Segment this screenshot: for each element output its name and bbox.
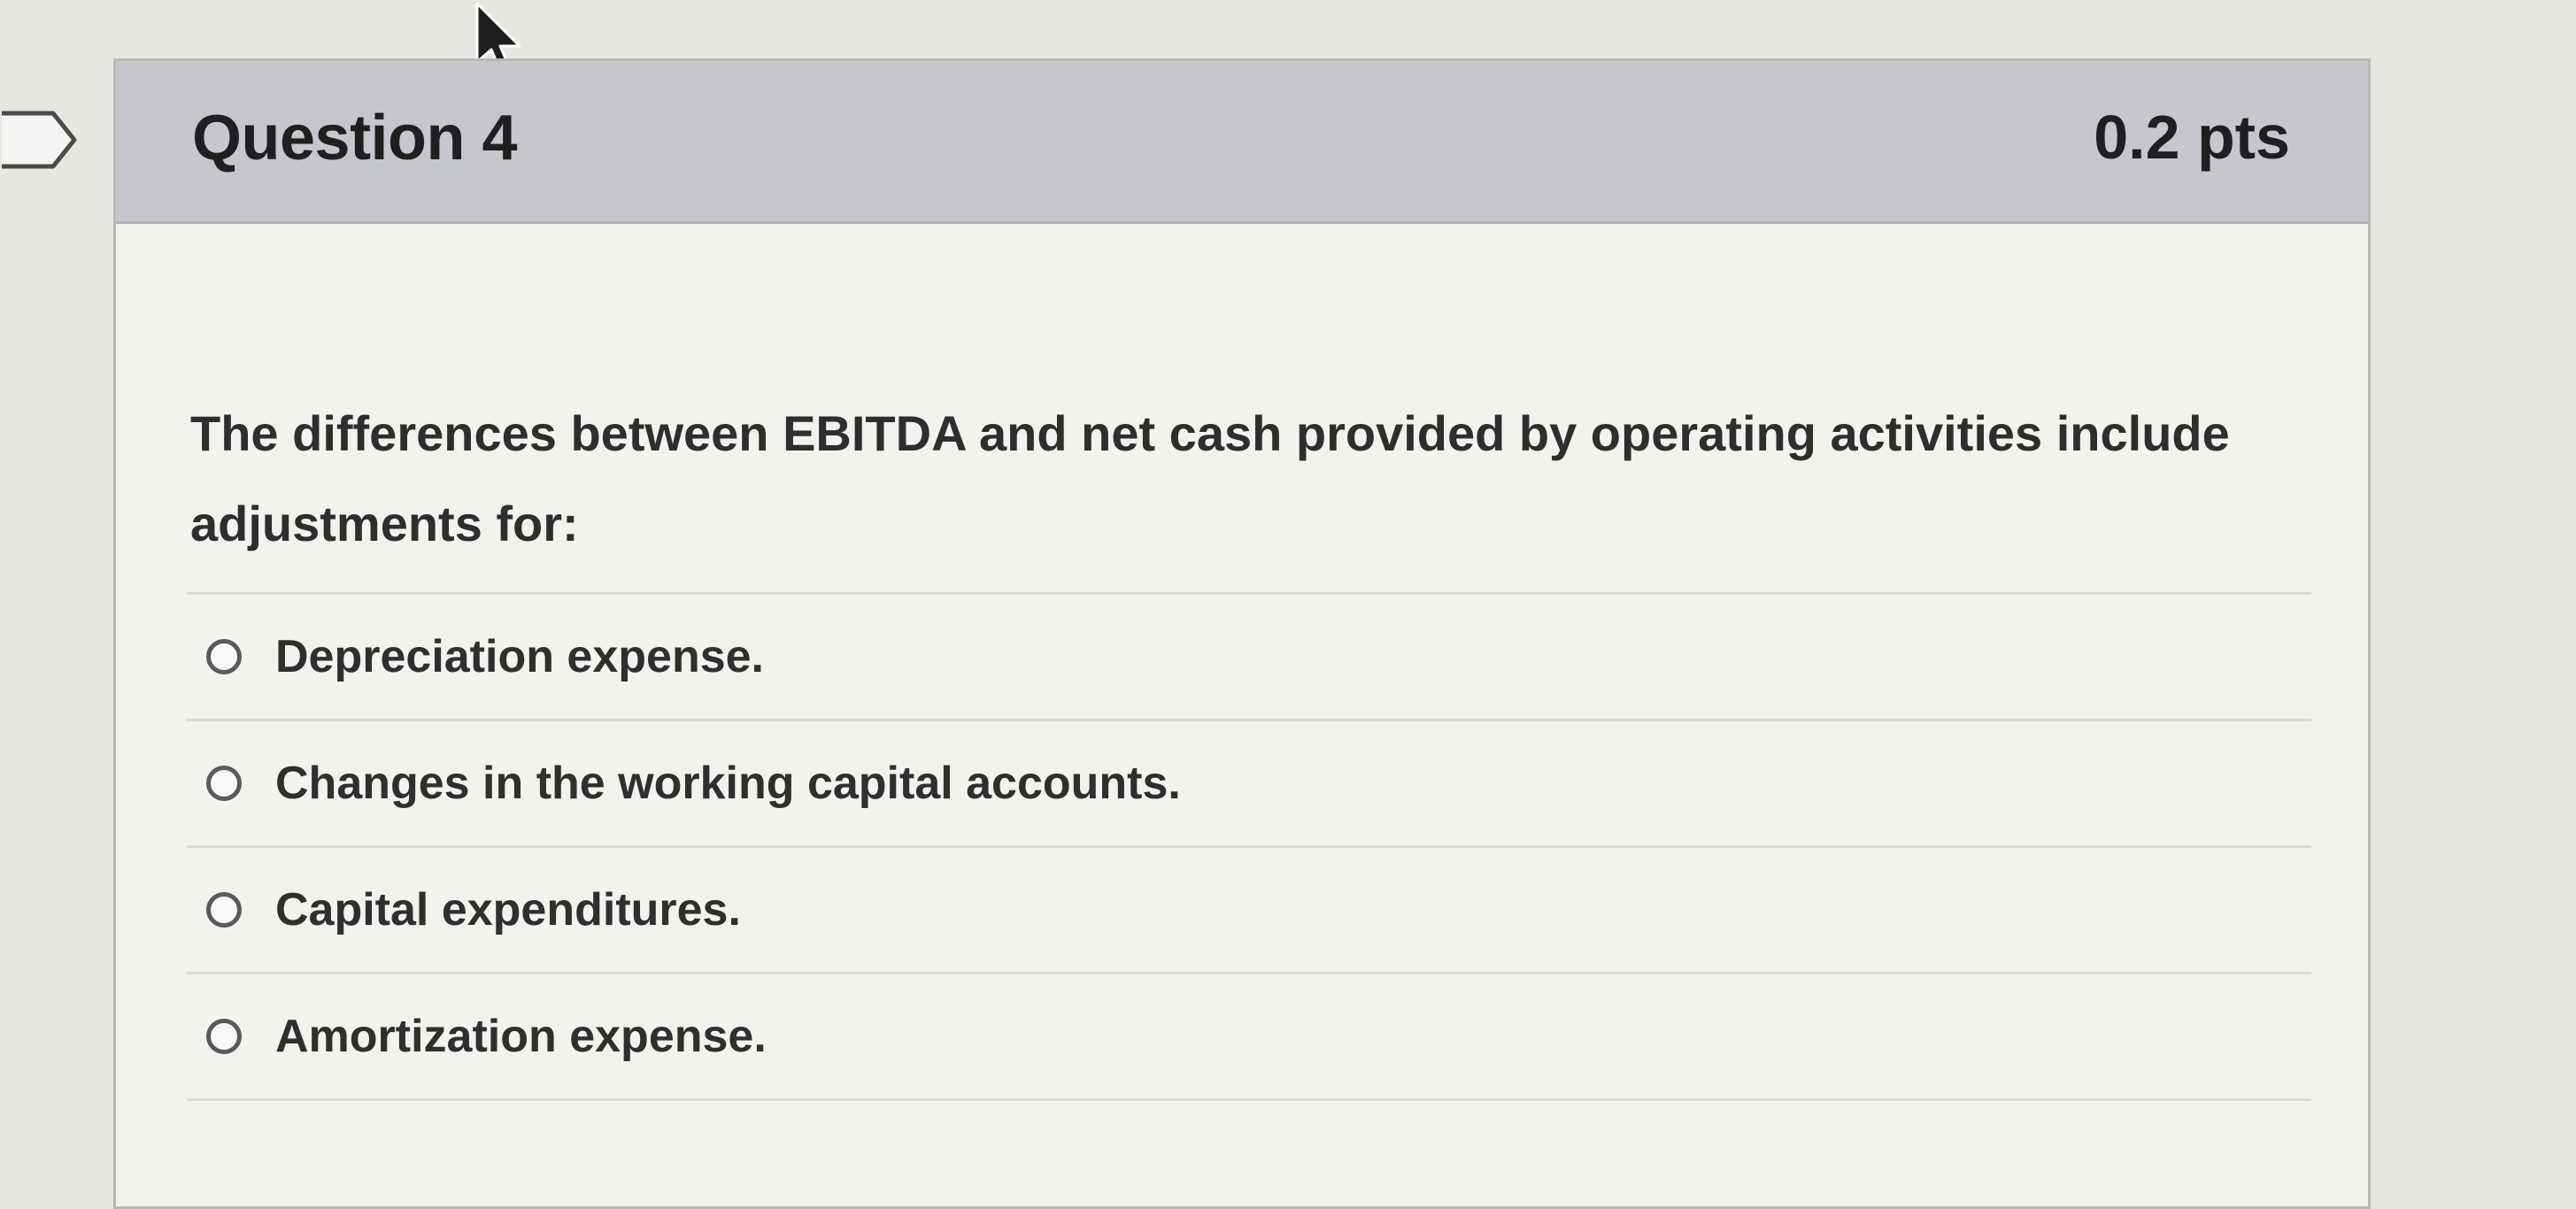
radio-button-icon[interactable]: [206, 766, 242, 801]
answer-option[interactable]: Changes in the working capital accounts.: [187, 721, 2311, 848]
answer-list: Depreciation expense. Changes in the wor…: [187, 592, 2311, 1101]
answer-option[interactable]: Capital expenditures.: [187, 848, 2311, 974]
flag-question-icon[interactable]: [0, 108, 80, 172]
answer-label: Amortization expense.: [275, 1011, 767, 1062]
answer-label: Capital expenditures.: [275, 884, 741, 936]
radio-button-icon[interactable]: [206, 639, 242, 674]
question-title: Question 4: [192, 103, 518, 173]
question-header: Question 4 0.2 pts: [116, 61, 2368, 224]
question-text: The differences between EBITDA and net c…: [190, 405, 2230, 551]
question-card: Question 4 0.2 pts The differences betwe…: [113, 58, 2371, 1209]
answer-label: Depreciation expense.: [275, 631, 764, 682]
answer-label: Changes in the working capital accounts.: [275, 758, 1181, 809]
radio-button-icon[interactable]: [206, 1019, 242, 1054]
radio-button-icon[interactable]: [206, 892, 242, 928]
question-points: 0.2 pts: [2094, 103, 2290, 172]
answer-option[interactable]: Amortization expense.: [187, 974, 2311, 1101]
answer-option[interactable]: Depreciation expense.: [187, 595, 2311, 721]
